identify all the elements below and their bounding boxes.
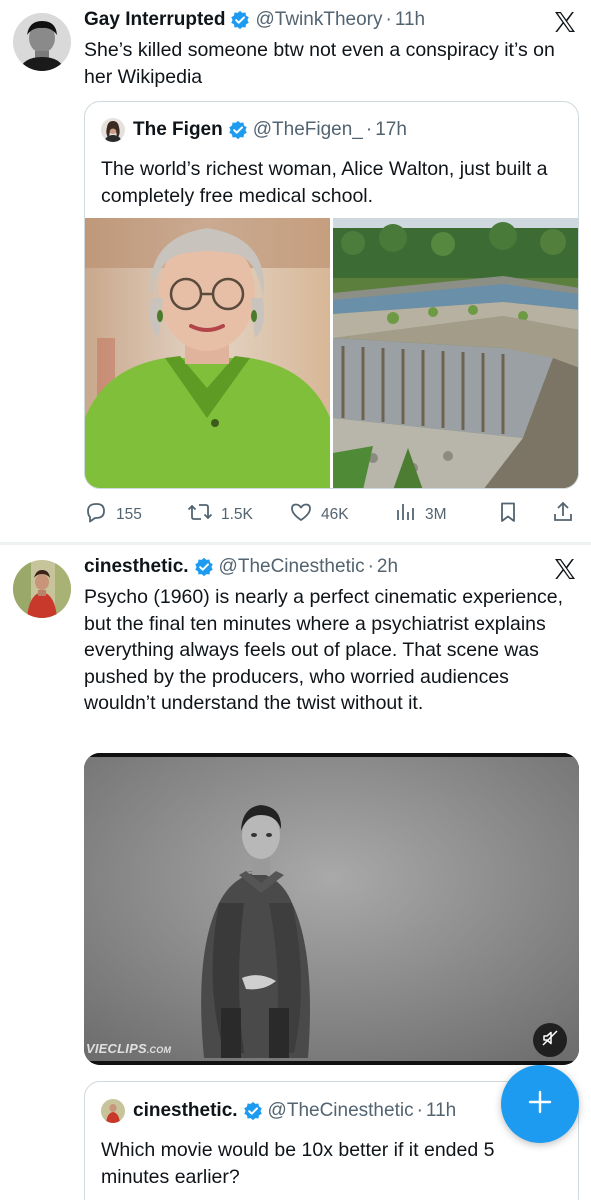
x-logo-icon <box>553 557 577 581</box>
plus-icon <box>527 1089 553 1120</box>
timestamp[interactable]: 2h <box>377 556 398 578</box>
views-count: 3M <box>425 505 447 523</box>
quoted-author-name[interactable]: The Figen <box>133 119 223 141</box>
quoted-author-avatar <box>101 118 125 142</box>
timestamp[interactable]: 11h <box>395 9 425 31</box>
quoted-author-handle: @TheCinesthetic <box>267 1100 414 1121</box>
repost-icon <box>187 500 221 529</box>
like-count: 46K <box>321 505 349 523</box>
tweet-text: She’s killed someone btw not even a cons… <box>84 39 555 88</box>
verified-badge-icon <box>228 120 248 140</box>
quoted-tweet[interactable]: The Figen @TheFigen_ · 17h The world’s r… <box>84 101 579 489</box>
tweet-action-bar: 155 1.5K 46K 3M <box>84 500 579 528</box>
medical-school-building-photo[interactable] <box>333 218 578 488</box>
portrait-photo[interactable] <box>85 218 330 488</box>
x-logo-icon <box>553 10 577 34</box>
bookmark-button[interactable] <box>497 500 527 529</box>
reply-icon <box>84 500 116 529</box>
author-avatar[interactable] <box>13 13 71 71</box>
reply-count: 155 <box>116 505 142 523</box>
verified-badge-icon <box>194 557 214 577</box>
verified-badge-icon <box>243 1101 263 1121</box>
video-watermark: VIECLIPS.COM <box>86 1041 172 1056</box>
author-name[interactable]: Gay Interrupted <box>84 9 225 31</box>
views-button[interactable]: 3M <box>395 500 447 529</box>
tweet-header: Gay Interrupted @TwinkTheory · 11h <box>84 9 425 31</box>
quoted-tweet-text: The world’s richest woman, Alice Walton,… <box>101 158 548 207</box>
quoted-author-handle: @TheFigen_ <box>252 119 363 140</box>
repost-count: 1.5K <box>221 505 253 523</box>
tweet-text: Psycho (1960) is nearly a perfect cinema… <box>84 586 564 714</box>
author-avatar[interactable] <box>13 560 71 618</box>
like-button[interactable]: 46K <box>289 500 349 529</box>
reply-button[interactable]: 155 <box>84 500 142 529</box>
quoted-timestamp: 17h <box>375 119 407 140</box>
share-icon <box>552 500 582 529</box>
author-name[interactable]: cinesthetic. <box>84 556 189 578</box>
mute-toggle-button[interactable] <box>533 1023 567 1057</box>
repost-button[interactable]: 1.5K <box>187 500 253 529</box>
quoted-timestamp: 11h <box>425 1100 457 1121</box>
separator-dot: · <box>416 1100 423 1121</box>
verified-badge-icon <box>230 10 250 30</box>
separator-dot: · <box>367 556 374 577</box>
quoted-tweet-text: Which movie would be 10x better if it en… <box>101 1139 495 1188</box>
quoted-tweet-header: The Figen @TheFigen_ · 17h <box>101 118 407 142</box>
author-handle[interactable]: @TwinkTheory <box>255 9 382 31</box>
separator-dot: · <box>385 9 392 30</box>
share-button[interactable] <box>552 500 582 529</box>
muted-speaker-icon <box>541 1029 559 1052</box>
video-player[interactable]: VIECLIPS.COM <box>84 753 579 1065</box>
heart-icon <box>289 500 321 529</box>
quoted-author-avatar <box>101 1099 125 1123</box>
author-handle[interactable]: @TheCinesthetic <box>219 556 365 578</box>
views-icon <box>395 500 425 529</box>
quoted-author-name[interactable]: cinesthetic. <box>133 1100 238 1122</box>
tweet-gay-interrupted[interactable]: Gay Interrupted @TwinkTheory · 11h She’s… <box>0 0 591 542</box>
tweet-header: cinesthetic. @TheCinesthetic · 2h <box>84 556 398 578</box>
quoted-tweet-header: cinesthetic. @TheCinesthetic · 11h <box>101 1099 456 1123</box>
compose-button[interactable] <box>501 1065 579 1143</box>
separator-dot: · <box>365 119 373 140</box>
bookmark-icon <box>497 500 527 529</box>
